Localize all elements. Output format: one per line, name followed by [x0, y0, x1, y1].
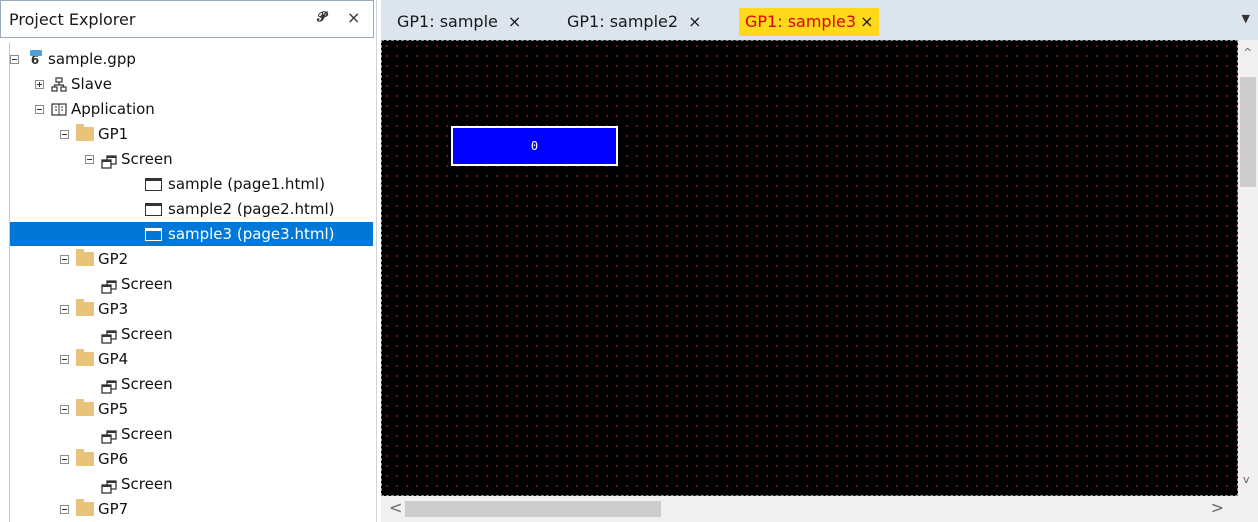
horizontal-scroll-thumb[interactable]	[405, 501, 661, 517]
collapse-icon[interactable]	[60, 304, 69, 314]
screen-icon	[101, 477, 117, 494]
tree-node-label: GP7	[98, 500, 129, 518]
close-tab-icon[interactable]: ×	[860, 12, 873, 31]
screen-icon	[101, 277, 117, 294]
network-icon	[51, 76, 67, 92]
page-icon	[145, 227, 162, 241]
project-explorer-title: Project Explorer	[9, 10, 136, 29]
tree-node-gp6[interactable]: GP6	[60, 447, 128, 471]
expand-icon[interactable]	[35, 79, 44, 89]
tree-node-gp5-screen[interactable]: Screen	[101, 422, 173, 446]
folder-icon	[76, 349, 94, 366]
horizontal-scrollbar[interactable]: < >	[381, 496, 1238, 522]
tree-node-label: sample2 (page2.html)	[168, 200, 335, 218]
tree-node-project[interactable]: 6 sample.gpp	[10, 47, 136, 71]
tree-node-page1[interactable]: sample (page1.html)	[145, 172, 325, 196]
numeric-display-part[interactable]: 0	[451, 126, 618, 166]
page-icon	[145, 202, 162, 216]
screen-icon	[101, 377, 117, 394]
editor-tab-bar: GP1: sample × GP1: sample2 × GP1: sample3 ×…	[381, 0, 1258, 40]
page-icon	[145, 177, 162, 191]
folder-icon	[76, 299, 94, 316]
tree-node-label: GP4	[98, 350, 129, 368]
close-tab-icon[interactable]: ×	[508, 12, 521, 31]
tree-node-label: Screen	[121, 325, 173, 343]
collapse-icon[interactable]	[60, 254, 69, 264]
scroll-right-icon[interactable]: >	[1211, 498, 1224, 517]
tree-node-gp1[interactable]: GP1	[60, 122, 128, 146]
screen-icon	[101, 152, 117, 169]
tree-node-label: Screen	[121, 375, 173, 393]
tab-gp1-sample[interactable]: GP1: sample ×	[391, 8, 527, 36]
tree-node-gp6-screen[interactable]: Screen	[101, 472, 173, 496]
project-explorer-header: Project Explorer 𝓟 ×	[0, 0, 374, 38]
project-tree: 6 sample.gpp Slave Application GP1 Scree…	[9, 43, 375, 522]
collapse-icon[interactable]	[60, 454, 69, 464]
collapse-icon[interactable]	[85, 154, 94, 164]
tree-node-gp3-screen[interactable]: Screen	[101, 322, 173, 346]
tree-node-label: Screen	[121, 150, 173, 168]
tree-node-slave[interactable]: Slave	[35, 72, 112, 96]
tree-node-gp1-screen[interactable]: Screen	[85, 147, 173, 171]
project-explorer-panel: Project Explorer 𝓟 × 6 sample.gpp Slave …	[0, 0, 377, 522]
tree-node-label: GP5	[98, 400, 129, 418]
folder-icon	[76, 499, 94, 516]
tree-node-label: sample.gpp	[48, 50, 136, 68]
tree-node-label: GP1	[98, 125, 129, 143]
tab-gp1-sample2[interactable]: GP1: sample2 ×	[561, 8, 707, 36]
tree-node-gp4-screen[interactable]: Screen	[101, 372, 173, 396]
folder-icon	[76, 399, 94, 416]
tree-node-label: Screen	[121, 475, 173, 493]
tab-label: GP1: sample3	[745, 12, 857, 31]
tree-node-label: Screen	[121, 275, 173, 293]
project-file-icon: 6	[26, 50, 44, 68]
tree-node-gp3[interactable]: GP3	[60, 297, 128, 321]
tree-node-gp2[interactable]: GP2	[60, 247, 128, 271]
tree-node-label: GP6	[98, 450, 129, 468]
tab-overflow-dropdown-icon[interactable]: ▼	[1242, 12, 1250, 25]
tree-node-gp5[interactable]: GP5	[60, 397, 128, 421]
scroll-left-icon[interactable]: <	[389, 498, 402, 517]
tab-label: GP1: sample	[397, 12, 498, 31]
screen-icon	[101, 327, 117, 344]
collapse-icon[interactable]	[10, 54, 19, 64]
vertical-scrollbar[interactable]: ^ v	[1238, 40, 1258, 496]
numeric-display-value: 0	[530, 139, 539, 153]
tree-node-gp7[interactable]: GP7	[60, 497, 128, 521]
tab-label: GP1: sample2	[567, 12, 679, 31]
collapse-icon[interactable]	[60, 404, 69, 414]
collapse-icon[interactable]	[35, 104, 44, 114]
folder-icon	[76, 449, 94, 466]
tree-node-label: Application	[71, 100, 155, 118]
tree-node-page2[interactable]: sample2 (page2.html)	[145, 197, 335, 221]
collapse-icon[interactable]	[60, 129, 69, 139]
tree-node-application[interactable]: Application	[35, 97, 155, 121]
tree-node-page3[interactable]: sample3 (page3.html)	[10, 222, 373, 246]
screen-icon	[101, 427, 117, 444]
scroll-down-icon[interactable]: v	[1243, 473, 1250, 486]
folder-icon	[76, 124, 94, 141]
tree-node-label: Slave	[71, 75, 112, 93]
collapse-icon[interactable]	[60, 504, 69, 514]
tree-node-label: GP2	[98, 250, 129, 268]
tree-node-label: sample (page1.html)	[168, 175, 325, 193]
tree-node-gp2-screen[interactable]: Screen	[101, 272, 173, 296]
pin-icon[interactable]: 𝓟	[317, 10, 326, 25]
screen-editor-canvas[interactable]: 0	[382, 41, 1237, 495]
close-panel-button[interactable]: ×	[347, 8, 360, 27]
vertical-scroll-thumb[interactable]	[1240, 77, 1256, 187]
tree-node-label: sample3 (page3.html)	[166, 222, 337, 246]
tab-gp1-sample3[interactable]: GP1: sample3 ×	[739, 8, 880, 36]
folder-icon	[76, 249, 94, 266]
scroll-up-icon[interactable]: ^	[1243, 46, 1252, 59]
tree-node-gp4[interactable]: GP4	[60, 347, 128, 371]
book-icon	[51, 101, 67, 117]
tree-node-label: Screen	[121, 425, 173, 443]
collapse-icon[interactable]	[60, 354, 69, 364]
scrollbar-corner	[1238, 496, 1258, 522]
close-tab-icon[interactable]: ×	[688, 12, 701, 31]
screen-editor-canvas-frame: 0	[381, 40, 1238, 496]
tree-node-label: GP3	[98, 300, 129, 318]
